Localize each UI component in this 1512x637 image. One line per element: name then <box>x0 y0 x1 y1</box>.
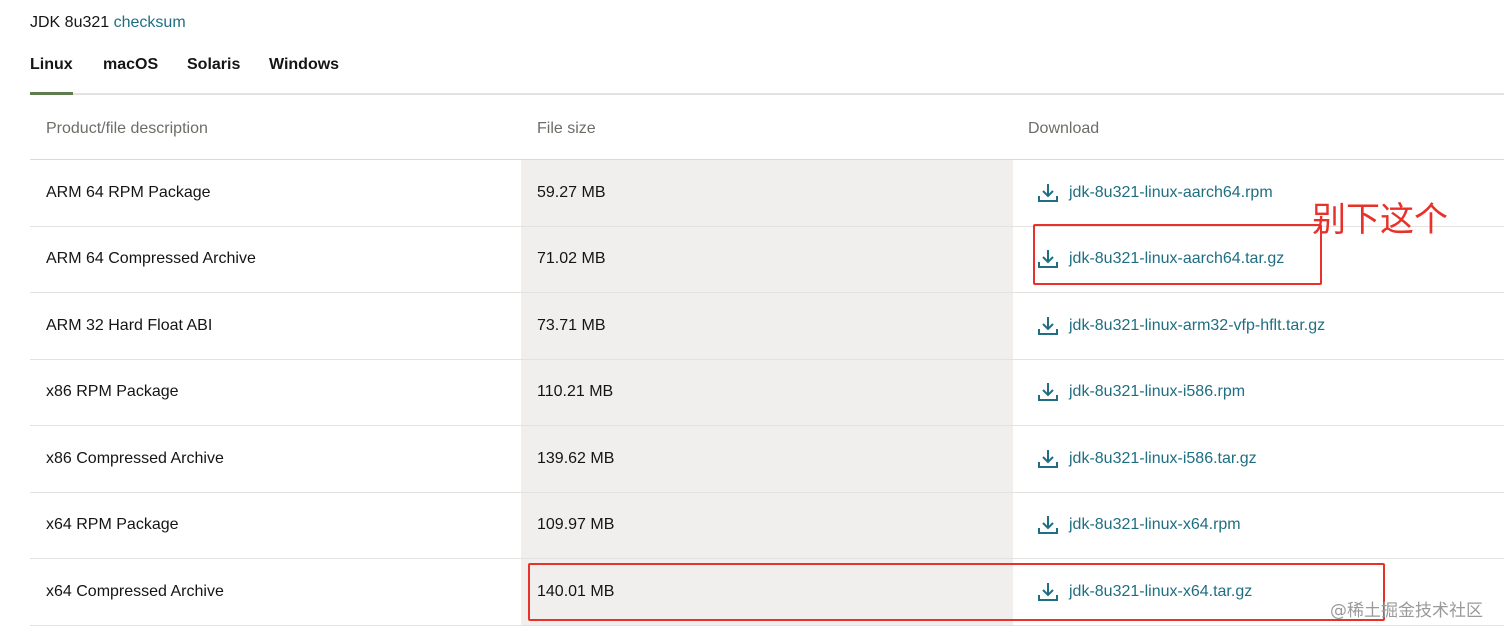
column-header-size: File size <box>537 120 596 137</box>
row-description: ARM 32 Hard Float ABI <box>46 316 213 334</box>
annotation-note: 别下这个 <box>1312 200 1448 240</box>
page-header: JDK 8u321 checksum <box>30 12 186 34</box>
download-filename[interactable]: jdk-8u321-linux-x64.rpm <box>1069 516 1241 534</box>
download-link[interactable]: jdk-8u321-linux-i586.rpm <box>1037 360 1245 426</box>
download-filename[interactable]: jdk-8u321-linux-i586.tar.gz <box>1069 450 1257 468</box>
download-icon <box>1037 514 1059 536</box>
row-file-size: 71.02 MB <box>537 250 606 268</box>
download-link[interactable]: jdk-8u321-linux-x64.rpm <box>1037 493 1241 559</box>
download-filename[interactable]: jdk-8u321-linux-x64.tar.gz <box>1069 583 1252 601</box>
download-icon <box>1037 182 1059 204</box>
os-tabs: Linux macOS Solaris Windows <box>30 52 1504 95</box>
row-description: x86 RPM Package <box>46 383 179 401</box>
watermark: @稀土掘金技术社区 <box>1330 601 1483 621</box>
download-link[interactable]: jdk-8u321-linux-arm32-vfp-hflt.tar.gz <box>1037 293 1325 359</box>
row-file-size: 110.21 MB <box>537 383 614 401</box>
download-link[interactable]: jdk-8u321-linux-aarch64.rpm <box>1037 160 1273 226</box>
tab-linux[interactable]: Linux <box>30 52 73 95</box>
download-link[interactable]: jdk-8u321-linux-aarch64.tar.gz <box>1037 227 1284 293</box>
table-row: x86 RPM Package 110.21 MB jdk-8u321-linu… <box>30 360 1504 426</box>
row-description: x64 Compressed Archive <box>46 582 224 600</box>
tab-windows[interactable]: Windows <box>269 52 339 93</box>
table-row: ARM 64 Compressed Archive 71.02 MB jdk-8… <box>30 227 1504 293</box>
column-header-description: Product/file description <box>46 120 208 137</box>
tab-macos[interactable]: macOS <box>103 52 158 93</box>
row-description: ARM 64 Compressed Archive <box>46 250 256 268</box>
downloads-table: Product/file description File size Downl… <box>30 96 1504 626</box>
download-link[interactable]: jdk-8u321-linux-x64.tar.gz <box>1037 559 1252 625</box>
download-page: JDK 8u321 checksum Linux macOS Solaris W… <box>0 0 1512 637</box>
download-filename[interactable]: jdk-8u321-linux-aarch64.rpm <box>1069 184 1273 202</box>
download-icon <box>1037 248 1059 270</box>
table-row: x86 Compressed Archive 139.62 MB jdk-8u3… <box>30 426 1504 493</box>
table-header: Product/file description File size Downl… <box>30 96 1504 160</box>
download-icon <box>1037 581 1059 603</box>
checksum-link[interactable]: checksum <box>114 14 186 31</box>
download-filename[interactable]: jdk-8u321-linux-i586.rpm <box>1069 383 1245 401</box>
table-row: ARM 32 Hard Float ABI 73.71 MB jdk-8u321… <box>30 293 1504 360</box>
download-link[interactable]: jdk-8u321-linux-i586.tar.gz <box>1037 426 1257 492</box>
table-row: ARM 64 RPM Package 59.27 MB jdk-8u321-li… <box>30 160 1504 227</box>
row-file-size: 140.01 MB <box>537 582 615 600</box>
table-row: x64 RPM Package 109.97 MB jdk-8u321-linu… <box>30 493 1504 559</box>
table-row: x64 Compressed Archive 140.01 MB jdk-8u3… <box>30 559 1504 626</box>
row-file-size: 73.71 MB <box>537 316 606 334</box>
row-file-size: 139.62 MB <box>537 449 615 467</box>
download-filename[interactable]: jdk-8u321-linux-arm32-vfp-hflt.tar.gz <box>1069 317 1325 335</box>
row-description: x64 RPM Package <box>46 516 179 534</box>
row-file-size: 109.97 MB <box>537 516 615 534</box>
download-filename[interactable]: jdk-8u321-linux-aarch64.tar.gz <box>1069 250 1284 268</box>
row-description: ARM 64 RPM Package <box>46 183 211 201</box>
row-description: x86 Compressed Archive <box>46 449 224 467</box>
row-file-size: 59.27 MB <box>537 183 606 201</box>
download-icon <box>1037 315 1059 337</box>
page-title: JDK 8u321 <box>30 14 110 31</box>
download-icon <box>1037 448 1059 470</box>
download-icon <box>1037 381 1059 403</box>
column-header-download: Download <box>1028 120 1100 137</box>
tab-solaris[interactable]: Solaris <box>187 52 240 93</box>
